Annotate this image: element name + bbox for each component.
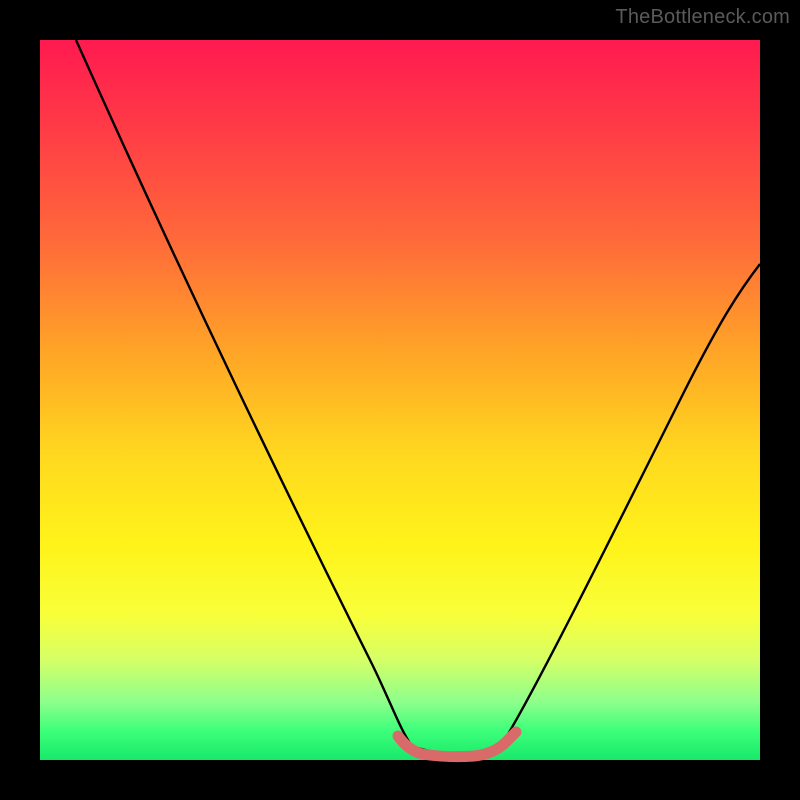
chart-frame: TheBottleneck.com bbox=[0, 0, 800, 800]
bottleneck-curve-left bbox=[76, 40, 412, 746]
attribution-label: TheBottleneck.com bbox=[615, 6, 790, 29]
curve-svg bbox=[40, 40, 760, 760]
plot-area bbox=[40, 40, 760, 760]
optimal-region-marker bbox=[398, 732, 516, 757]
bottleneck-curve-right bbox=[502, 264, 760, 744]
